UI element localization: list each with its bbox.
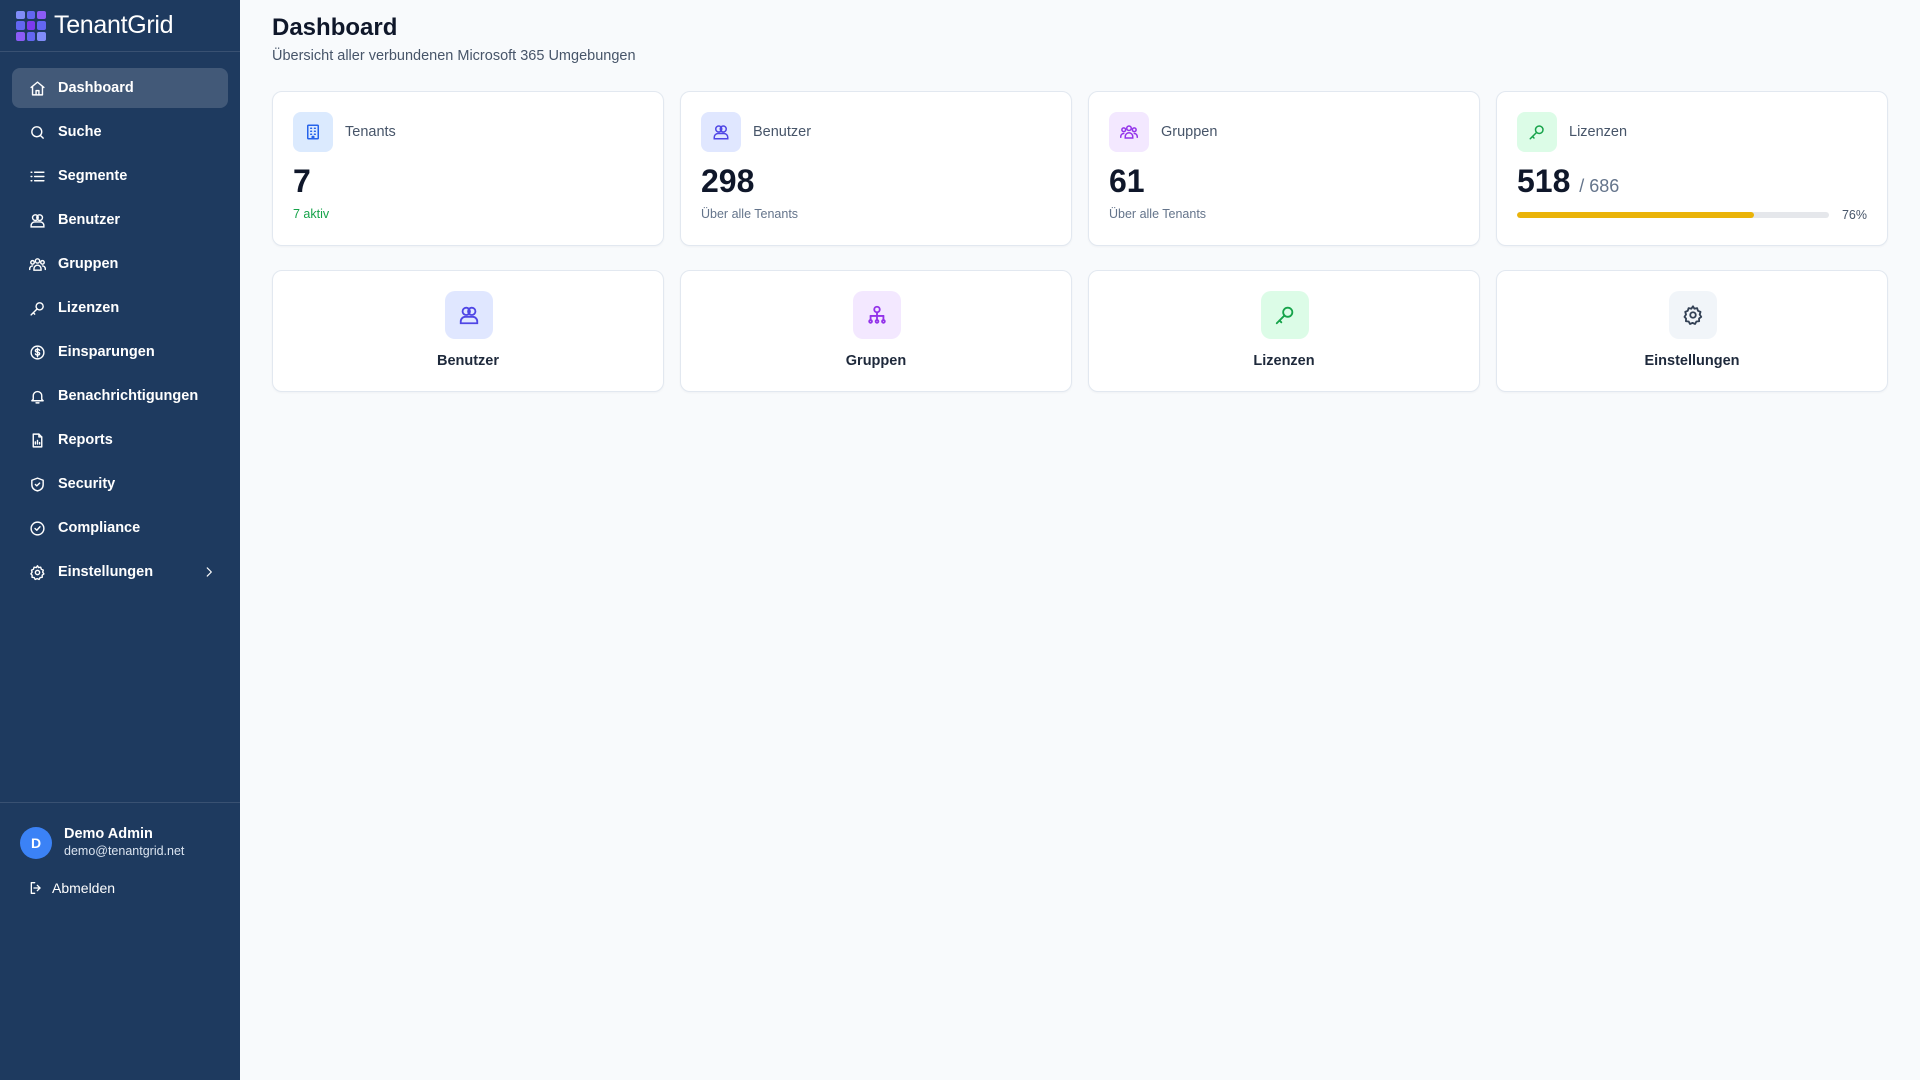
users-icon xyxy=(445,291,493,339)
stat-label: Gruppen xyxy=(1161,124,1218,140)
stat-card-groups[interactable]: Gruppen 61 Über alle Tenants xyxy=(1088,91,1480,246)
sidebar-item-einstellungen[interactable]: Einstellungen xyxy=(12,552,228,592)
quick-link-label: Einstellungen xyxy=(1644,353,1740,369)
sidebar-item-label: Segmente xyxy=(58,168,128,184)
key-icon xyxy=(1517,112,1557,152)
sidebar-item-lizenzen[interactable]: Lizenzen xyxy=(12,288,228,328)
sidebar-nav: Dashboard Suche Segmente Benutzer Gruppe… xyxy=(0,52,240,592)
chevron-right-icon[interactable] xyxy=(202,565,216,579)
sidebar-item-label: Compliance xyxy=(58,520,141,536)
app-logo[interactable]: TenantGrid xyxy=(0,0,240,52)
key-icon xyxy=(1261,291,1309,339)
page-title: Dashboard xyxy=(272,14,398,41)
page-subtitle: Übersicht aller verbundenen Microsoft 36… xyxy=(272,48,636,64)
license-progress-fill xyxy=(1517,212,1755,218)
sidebar-item-segmente[interactable]: Segmente xyxy=(12,156,228,196)
sidebar-item-dashboard[interactable]: Dashboard xyxy=(12,68,228,108)
sidebar-item-label: Reports xyxy=(58,432,113,448)
sidebar-item-compliance[interactable]: Compliance xyxy=(12,508,228,548)
gear-icon xyxy=(28,563,46,581)
avatar: D xyxy=(20,826,52,859)
sidebar-item-label: Dashboard xyxy=(58,80,134,96)
home-icon xyxy=(28,79,46,97)
quick-link-groups[interactable]: Gruppen xyxy=(680,270,1072,392)
dollar-circle-icon xyxy=(28,343,46,361)
sidebar-item-gruppen[interactable]: Gruppen xyxy=(12,244,228,284)
bell-icon xyxy=(28,387,46,405)
licenses-used: 518 xyxy=(1517,163,1571,199)
user-profile[interactable]: D Demo Admin demo@tenantgrid.net xyxy=(0,803,240,860)
logout-icon xyxy=(28,880,44,896)
quick-link-label: Benutzer xyxy=(436,353,500,369)
license-percent: 76% xyxy=(1841,208,1867,222)
sidebar-item-label: Lizenzen xyxy=(58,300,120,316)
stat-label: Benutzer xyxy=(753,124,812,140)
sidebar-item-reports[interactable]: Reports xyxy=(12,420,228,460)
stat-card-tenants[interactable]: Tenants 7 7 aktiv xyxy=(272,91,664,246)
users-icon xyxy=(28,211,46,229)
sidebar-item-suche[interactable]: Suche xyxy=(12,112,228,152)
app-name: TenantGrid xyxy=(54,11,174,39)
sidebar-item-label: Suche xyxy=(58,124,102,140)
sidebar-footer: D Demo Admin demo@tenantgrid.net Abmelde… xyxy=(0,802,240,896)
licenses-total: / 686 xyxy=(1579,176,1620,196)
stat-value: 7 xyxy=(293,163,311,199)
gear-icon xyxy=(1669,291,1717,339)
stat-card-users[interactable]: Benutzer 298 Über alle Tenants xyxy=(680,91,1072,246)
sidebar-item-label: Gruppen xyxy=(58,256,119,272)
stat-note: Über alle Tenants xyxy=(1109,207,1207,221)
logout-label: Abmelden xyxy=(52,880,116,896)
building-icon xyxy=(293,112,333,152)
search-icon xyxy=(28,123,46,141)
stat-value: 518 / 686 xyxy=(1517,163,1619,200)
groups-icon xyxy=(28,255,46,273)
shield-icon xyxy=(28,475,46,493)
quick-link-label: Gruppen xyxy=(845,353,907,369)
stat-value: 61 xyxy=(1109,163,1145,199)
sidebar-item-benutzer[interactable]: Benutzer xyxy=(12,200,228,240)
sidebar-item-label: Einsparungen xyxy=(58,344,155,360)
stat-note: Über alle Tenants xyxy=(701,207,799,221)
sidebar: TenantGrid Dashboard Suche Segmente Benu… xyxy=(0,0,240,1080)
sidebar-item-label: Benachrichtigungen xyxy=(58,388,199,404)
quick-link-users[interactable]: Benutzer xyxy=(272,270,664,392)
logo-grid-icon xyxy=(16,10,46,41)
report-file-icon xyxy=(28,431,46,449)
user-email: demo@tenantgrid.net xyxy=(64,844,185,858)
users-icon xyxy=(701,112,741,152)
user-name: Demo Admin xyxy=(64,826,153,842)
sidebar-item-label: Einstellungen xyxy=(58,564,154,580)
quick-link-licenses[interactable]: Lizenzen xyxy=(1088,270,1480,392)
stat-card-licenses[interactable]: Lizenzen 518 / 686 76% xyxy=(1496,91,1888,246)
list-icon xyxy=(28,167,46,185)
logout-button[interactable]: Abmelden xyxy=(0,860,240,896)
sidebar-item-benachrichtigungen[interactable]: Benachrichtigungen xyxy=(12,376,228,416)
groups-icon xyxy=(1109,112,1149,152)
sidebar-item-einsparungen[interactable]: Einsparungen xyxy=(12,332,228,372)
quick-link-label: Lizenzen xyxy=(1253,353,1315,369)
stat-value: 298 xyxy=(701,163,755,199)
stat-label: Tenants xyxy=(345,124,396,140)
org-chart-icon xyxy=(853,291,901,339)
key-icon xyxy=(28,299,46,317)
stat-label: Lizenzen xyxy=(1569,124,1628,140)
sidebar-item-label: Security xyxy=(58,476,116,492)
quick-link-settings[interactable]: Einstellungen xyxy=(1496,270,1888,392)
sidebar-item-label: Benutzer xyxy=(58,212,121,228)
sidebar-item-security[interactable]: Security xyxy=(12,464,228,504)
check-circle-icon xyxy=(28,519,46,537)
license-progress-bar xyxy=(1517,212,1829,218)
stat-note: 7 aktiv xyxy=(293,207,330,221)
